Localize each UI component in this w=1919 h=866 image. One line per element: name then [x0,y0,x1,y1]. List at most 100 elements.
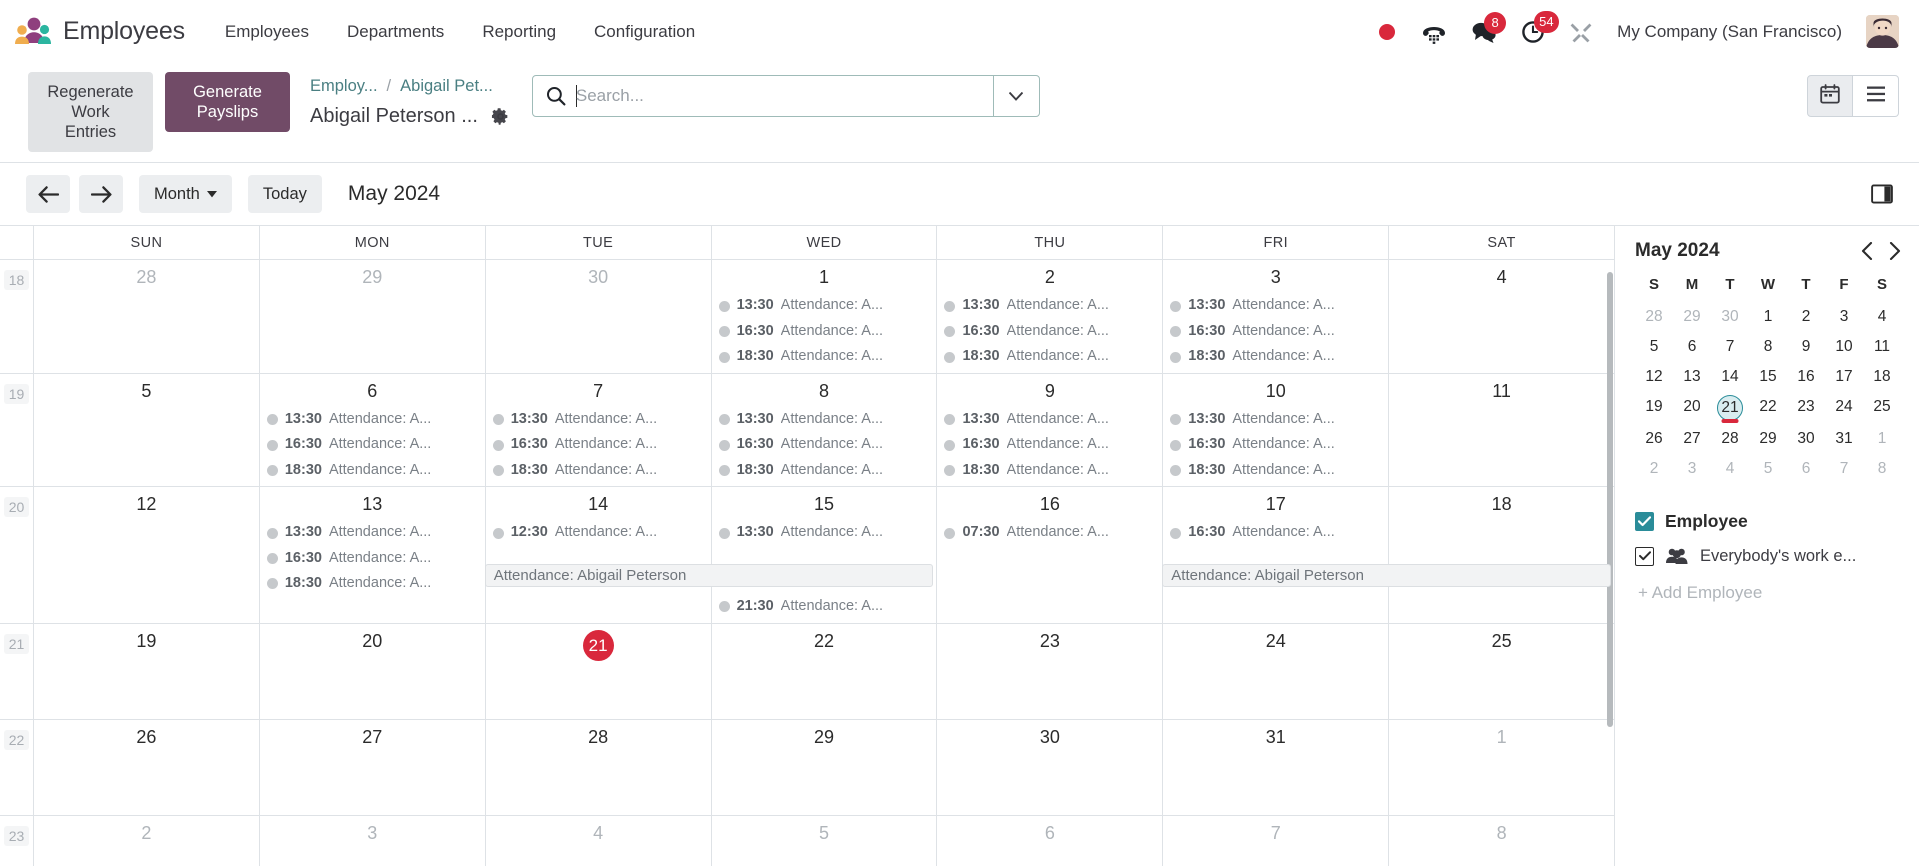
calendar-event[interactable]: 16:30 Attendance: A... [937,432,1162,457]
scale-selector-button[interactable]: Month [139,175,232,214]
calendar-event[interactable]: 16:30 Attendance: A... [1163,520,1388,545]
mini-calendar-day[interactable]: 7 [1711,333,1749,361]
mini-calendar-day[interactable]: 10 [1825,333,1863,361]
breadcrumb-parent[interactable]: Employ... [310,77,378,96]
calendar-day-cell[interactable]: 30 [484,260,711,373]
mini-calendar-day[interactable]: 3 [1825,303,1863,331]
calendar-day-cell[interactable]: 7 [1162,815,1388,866]
mini-calendar-day[interactable]: 29 [1749,425,1787,453]
everybody-checkbox[interactable] [1635,546,1654,566]
mini-calendar-day[interactable]: 25 [1863,393,1901,423]
calendar-day-cell[interactable]: 12 [33,487,259,623]
calendar-event[interactable]: 13:30 Attendance: A... [1163,407,1388,432]
mini-calendar-day[interactable]: 2 [1635,455,1673,483]
calendar-day-cell[interactable]: 6 [936,815,1162,866]
mini-calendar-day[interactable]: 16 [1787,363,1825,391]
week-number[interactable]: 21 [0,623,33,719]
calendar-event[interactable]: 13:30 Attendance: A... [712,520,937,545]
calendar-event[interactable]: 16:30 Attendance: A... [260,432,485,457]
calendar-day-cell[interactable]: 26 [33,719,259,815]
calendar-day-cell[interactable]: 2 13:30 Attendance: A... 16:30 Attendance: A… [936,260,1162,373]
calendar-day-cell[interactable]: 29 [710,719,937,815]
mini-calendar-day[interactable]: 5 [1635,333,1673,361]
mini-calendar-day[interactable]: 28 [1711,425,1749,453]
calendar-event[interactable]: 13:30 Attendance: A... [712,407,937,432]
mini-calendar-day[interactable]: 20 [1673,393,1711,423]
calendar-event-span[interactable]: Attendance: Abigail Peterson [484,564,934,588]
calendar-event[interactable]: 18:30 Attendance: A... [1163,458,1388,483]
calendar-event[interactable]: 16:30 Attendance: A... [1163,432,1388,457]
search-bar[interactable] [531,75,1040,117]
calendar-day-cell[interactable]: 21 [484,623,711,719]
regenerate-work-entries-button[interactable]: Regenerate Work Entries [28,72,153,153]
calendar-day-cell[interactable]: 2 [33,815,259,866]
mini-calendar-day[interactable]: 18 [1863,363,1901,391]
mini-calendar-day[interactable]: 5 [1749,455,1787,483]
mini-calendar-day[interactable]: 6 [1787,455,1825,483]
mini-calendar-day[interactable]: 28 [1635,303,1673,331]
calendar-day-cell[interactable]: 29 [258,260,485,373]
mini-calendar-day[interactable]: 3 [1673,455,1711,483]
calendar-day-cell[interactable]: 24 [1162,623,1388,719]
calendar-event[interactable]: 18:30 Attendance: A... [712,344,937,369]
calendar-event[interactable]: 18:30 Attendance: A... [937,458,1162,483]
calendar-event[interactable]: 16:30 Attendance: A... [712,432,937,457]
calendar-day-cell[interactable]: 4 [1388,260,1614,373]
calendar-day-cell[interactable]: 20 [258,623,485,719]
mini-calendar-grid[interactable]: S M T W T F S 28 29 30 1 2 3 4 5 6 7 8 9 10 11 12 13 14 15 16 17 18… [1635,276,1901,483]
calendar-event[interactable]: 13:30 Attendance: A... [260,407,485,432]
next-period-button[interactable] [79,175,123,214]
calendar-day-cell[interactable]: 27 [258,719,485,815]
calendar-event[interactable]: 18:30 Attendance: A... [1163,344,1388,369]
list-view-button[interactable] [1853,75,1899,117]
calendar-day-cell[interactable]: 1 [1388,719,1614,815]
calendar-day-cell[interactable]: 17 16:30 Attendance: A... [1162,487,1388,623]
calendar-event[interactable]: 13:30 Attendance: A... [260,520,485,545]
calendar-day-cell[interactable]: 3 [258,815,485,866]
gear-icon[interactable] [491,107,510,126]
calendar-day-cell[interactable]: 30 [936,719,1162,815]
tools-icon[interactable] [1569,20,1593,44]
calendar-day-cell[interactable]: 28 [33,260,259,373]
calendar-weeks-scroll[interactable]: 18 28 29 30 1 13:30 Attendance: A... 16:30 Atten… [0,260,1614,866]
mini-calendar-day[interactable]: 27 [1673,425,1711,453]
calendar-view-button[interactable] [1807,75,1853,117]
calendar-day-cell[interactable]: 28 [484,719,711,815]
mini-calendar-day[interactable]: 12 [1635,363,1673,391]
calendar-day-cell[interactable]: 13 13:30 Attendance: A... 16:30 Attendance: … [258,487,485,623]
calendar-day-cell[interactable]: 1513:30Attendance: A...16:30Attendance: … [710,487,937,623]
calendar-event[interactable]: 18:30 Attendance: A... [260,571,485,596]
avatar[interactable] [1866,15,1899,48]
mini-calendar-day[interactable]: 22 [1749,393,1787,423]
employee-section-checkbox[interactable] [1635,512,1654,532]
calendar-event[interactable]: 18:30 Attendance: A... [712,458,937,483]
calendar-day-cell[interactable]: 3 13:30 Attendance: A... 16:30 Attendance: A… [1162,260,1388,373]
search-dropdown-toggle[interactable] [992,76,1039,116]
calendar-event[interactable]: 18:30 Attendance: A... [937,344,1162,369]
calendar-scrollbar[interactable] [1606,272,1614,830]
calendar-day-cell[interactable]: 5 [710,815,937,866]
phone-dialpad-icon[interactable] [1421,20,1447,44]
calendar-day-cell[interactable]: 6 13:30 Attendance: A... 16:30 Attendance: A… [258,373,485,487]
calendar-event[interactable]: 13:30 Attendance: A... [486,407,711,432]
mini-calendar-day[interactable]: 11 [1863,333,1901,361]
calendar-event[interactable]: 12:30 Attendance: A... [486,520,711,545]
calendar-day-cell[interactable]: 31 [1162,719,1388,815]
mini-calendar-day[interactable]: 29 [1673,303,1711,331]
chevron-right-icon[interactable] [1889,242,1901,261]
brand[interactable]: Employees [14,17,185,47]
calendar-day-cell[interactable]: 11 [1388,373,1614,487]
mini-calendar-day[interactable]: 8 [1863,455,1901,483]
mini-calendar-day[interactable]: 17 [1825,363,1863,391]
breadcrumb-current[interactable]: Abigail Pet... [400,77,493,96]
record-dot-icon[interactable] [1377,22,1397,42]
calendar-day-cell[interactable]: 1 13:30 Attendance: A... 16:30 Attendance: A… [710,260,937,373]
mini-calendar-day[interactable]: 19 [1635,393,1673,423]
calendar-event[interactable]: 13:30 Attendance: A... [937,407,1162,432]
mini-calendar-day[interactable]: 4 [1863,303,1901,331]
calendar-day-cell[interactable]: 23 [936,623,1162,719]
chevron-left-icon[interactable] [1861,242,1873,261]
menu-item-configuration[interactable]: Configuration [592,18,697,46]
week-number[interactable]: 18 [0,260,33,373]
calendar-day-cell[interactable]: 16 07:30 Attendance: A... [936,487,1162,623]
